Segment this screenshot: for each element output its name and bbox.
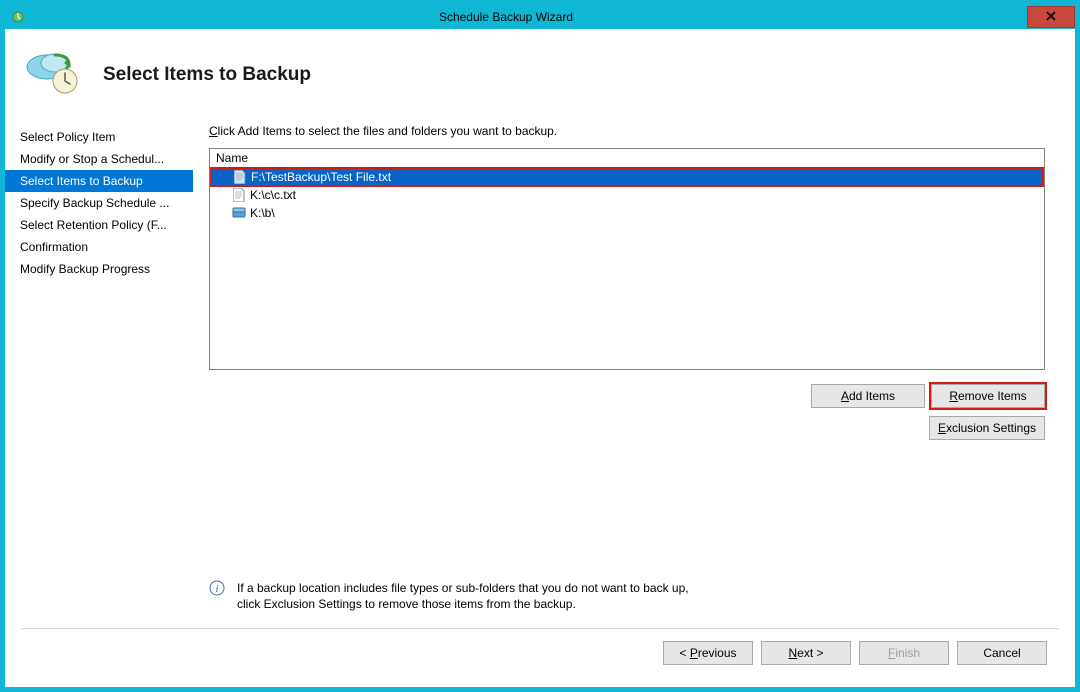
file-icon [232,188,246,202]
remove-items-button[interactable]: Remove Items [931,384,1045,408]
add-items-button[interactable]: Add Items [811,384,925,408]
app-window: Schedule Backup Wizard Select Items to B… [0,0,1080,692]
svg-text:i: i [215,583,218,595]
info-icon: i [209,580,225,612]
page-title: Select Items to Backup [103,64,311,86]
wizard-icon [25,49,85,100]
exclusion-settings-button[interactable]: Exclusion Settings [929,416,1045,440]
wizard-footer: < Previous Next > Finish Cancel [5,629,1075,687]
main-panel: Click Add Items to select the files and … [193,124,1075,628]
cancel-button[interactable]: Cancel [957,641,1047,665]
close-button[interactable] [1027,6,1075,28]
titlebar: Schedule Backup Wizard [5,5,1075,29]
instruction-text: Click Add Items to select the files and … [209,124,1045,138]
finish-button: Finish [859,641,949,665]
list-column-header[interactable]: Name [210,149,1044,168]
list-item[interactable]: K:\c\c.txt [210,186,1044,204]
list-item-label: K:\b\ [250,206,275,220]
next-button[interactable]: Next > [761,641,851,665]
wizard-steps-sidebar: Select Policy ItemModify or Stop a Sched… [5,124,193,628]
file-icon [233,170,247,184]
list-item[interactable]: F:\TestBackup\Test File.txt [211,168,1043,186]
sidebar-item-step-4[interactable]: Select Retention Policy (F... [5,214,193,236]
drive-icon [232,206,246,220]
window-title: Schedule Backup Wizard [0,10,1027,24]
sidebar-item-step-6[interactable]: Modify Backup Progress [5,258,193,280]
info-row: i If a backup location includes file typ… [209,574,1045,628]
sidebar-item-step-3[interactable]: Specify Backup Schedule ... [5,192,193,214]
previous-button[interactable]: < Previous [663,641,753,665]
list-item-label: K:\c\c.txt [250,188,296,202]
sidebar-item-step-0[interactable]: Select Policy Item [5,126,193,148]
list-item-label: F:\TestBackup\Test File.txt [251,170,391,184]
list-item[interactable]: K:\b\ [210,204,1044,222]
items-listbox[interactable]: Name F:\TestBackup\Test File.txt K:\c\c.t… [209,148,1045,370]
close-icon [1046,10,1056,24]
info-text: If a backup location includes file types… [237,580,707,612]
sidebar-item-step-1[interactable]: Modify or Stop a Schedul... [5,148,193,170]
sidebar-item-step-2[interactable]: Select Items to Backup [5,170,193,192]
sidebar-item-step-5[interactable]: Confirmation [5,236,193,258]
page-header: Select Items to Backup [5,29,1075,124]
